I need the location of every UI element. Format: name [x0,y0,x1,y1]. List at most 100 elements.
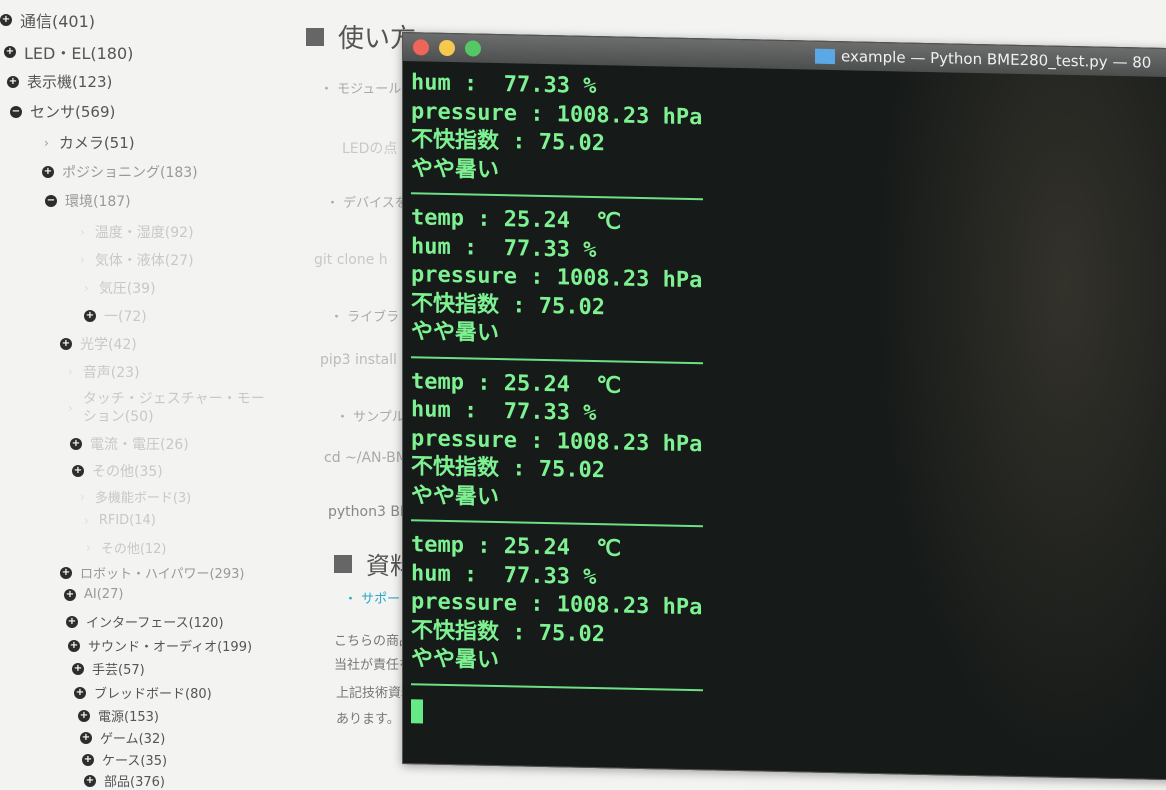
expand-plus-icon[interactable]: + [4,46,16,58]
expand-plus-icon[interactable]: + [7,75,19,88]
expand-plus-icon[interactable]: + [64,588,76,601]
category-item[interactable]: + その他(35) [72,461,163,481]
article-paragraph: あります。 [336,712,400,727]
expand-plus-icon[interactable]: + [42,166,54,178]
category-label: 部品(376) [104,775,165,790]
chevron-right-icon: › [80,225,85,239]
category-label: センサ(569) [30,103,116,121]
category-item[interactable]: + ブレッドボード(80) [74,683,212,702]
expand-plus-icon[interactable]: + [66,615,78,628]
category-item[interactable]: › その他(12) [86,538,167,558]
category-label: 気体・液体(27) [94,253,194,269]
section-heading-usage: 使い方 [306,18,416,55]
expand-plus-icon[interactable]: + [72,662,84,675]
expand-plus-icon[interactable]: + [60,566,72,579]
chevron-right-icon: › [86,540,91,555]
collapse-minus-icon[interactable]: − [10,105,22,118]
terminal-line: やや暑い [411,482,500,510]
category-item[interactable]: + ゲーム(32) [80,728,165,747]
expand-plus-icon[interactable]: + [78,709,90,722]
terminal-separator [411,682,703,691]
chevron-right-icon: › [80,253,85,267]
category-item[interactable]: + 表示機(123) [7,71,112,92]
category-item[interactable]: + 部品(376) [84,771,165,790]
category-label: タッチ・ジェスチャー・モーション(50) [82,391,265,425]
expand-plus-icon[interactable]: + [84,310,96,322]
category-label: インターフェース(120) [86,616,224,631]
expand-plus-icon[interactable]: + [74,686,86,699]
category-item[interactable]: + 光学(42) [60,334,137,354]
category-label: 一(72) [104,309,147,325]
category-label: ロボット・ハイパワー(293) [80,567,245,582]
code-text: cd ~/AN-BM [324,450,408,466]
category-label: その他(35) [92,464,163,480]
expand-plus-icon[interactable]: + [60,338,72,350]
minimize-window-button[interactable] [439,39,455,57]
category-item[interactable]: › RFID(14) [84,513,156,528]
category-item-sensor[interactable]: − センサ(569) [10,101,115,122]
category-item[interactable]: + AI(27) [64,587,123,602]
category-label: 電源(153) [98,710,159,725]
category-label: 温度・湿度(92) [94,225,194,241]
category-label: AI(27) [84,587,124,602]
expand-plus-icon[interactable]: + [80,731,92,744]
category-item[interactable]: + 一(72) [84,306,147,326]
category-item[interactable]: › タッチ・ジェスチャー・モーション(50) [68,390,278,426]
category-item[interactable]: › 気体・液体(27) [80,250,194,270]
expand-plus-icon[interactable]: + [70,438,82,450]
category-item[interactable]: + ポジショニング(183) [42,162,198,182]
category-item[interactable]: › 気圧(39) [84,278,156,298]
collapse-minus-icon[interactable]: − [45,195,57,207]
category-item[interactable]: + 電源(153) [78,706,159,725]
chevron-right-icon: › [84,281,89,295]
terminal-line: やや暑い [411,155,500,183]
category-label: RFID(14) [98,513,156,528]
category-label: 電流・電圧(26) [90,437,189,453]
category-item[interactable]: + LED・EL(180) [4,40,133,64]
category-item-environment[interactable]: − 環境(187) [45,191,131,211]
category-label: 通信(401) [20,12,96,31]
article-paragraph: こちらの商品 [334,634,413,649]
terminal-window[interactable]: example — Python BME280_test.py — 80 hum… [402,32,1166,781]
category-label: ブレッドボード(80) [94,687,212,702]
chevron-right-icon: › [80,489,85,504]
folder-icon [815,48,835,64]
category-item[interactable]: + インターフェース(120) [66,612,224,631]
category-item[interactable]: › 多機能ボード(3) [80,487,191,507]
category-label: ポジショニング(183) [62,165,198,181]
category-label: 光学(42) [80,337,137,353]
expand-plus-icon[interactable]: + [82,753,94,766]
code-text: pip3 install [320,352,397,368]
category-item[interactable]: + サウンド・オーディオ(199) [68,636,252,655]
heading-square-icon [306,27,324,46]
category-item[interactable]: + 電流・電圧(26) [70,434,189,454]
chevron-right-icon: › [68,401,73,415]
category-label: 環境(187) [65,194,131,210]
terminal-line: やや暑い [411,319,500,347]
category-item[interactable]: + 通信(401) [0,8,95,32]
category-label: 表示機(123) [27,73,113,91]
terminal-cursor [411,698,423,723]
bullet-item: ・ デバイスを [326,196,408,211]
terminal-output[interactable]: hum : 77.33 % pressure : 1008.23 hPa 不快指数 … [411,69,703,729]
category-label: サウンド・オーディオ(199) [88,640,253,655]
terminal-title: example — Python BME280_test.py — 80 [815,47,1151,72]
expand-plus-icon[interactable]: + [68,639,80,652]
category-item[interactable]: + ロボット・ハイパワー(293) [60,563,244,582]
bullet-item: ・ サンプル [336,410,405,425]
expand-plus-icon[interactable]: + [72,465,84,477]
category-item[interactable]: › 音声(23) [68,362,140,382]
zoom-window-button[interactable] [465,40,481,57]
close-window-button[interactable] [413,39,429,56]
expand-plus-icon[interactable]: + [84,774,96,787]
expand-plus-icon[interactable]: + [0,14,12,26]
category-label: その他(12) [100,542,167,557]
category-label: 音声(23) [82,365,140,381]
category-item[interactable]: › カメラ(51) [44,132,135,153]
screen-reflection [873,70,1166,778]
category-item[interactable]: + 手芸(57) [72,659,145,678]
bullet-item: ・ ライブラ [330,310,400,325]
category-tree: + 通信(401) + LED・EL(180) + 表示機(123) − センサ… [0,0,300,790]
category-item[interactable]: › 温度・湿度(92) [80,222,194,242]
category-item[interactable]: + ケース(35) [82,750,167,769]
